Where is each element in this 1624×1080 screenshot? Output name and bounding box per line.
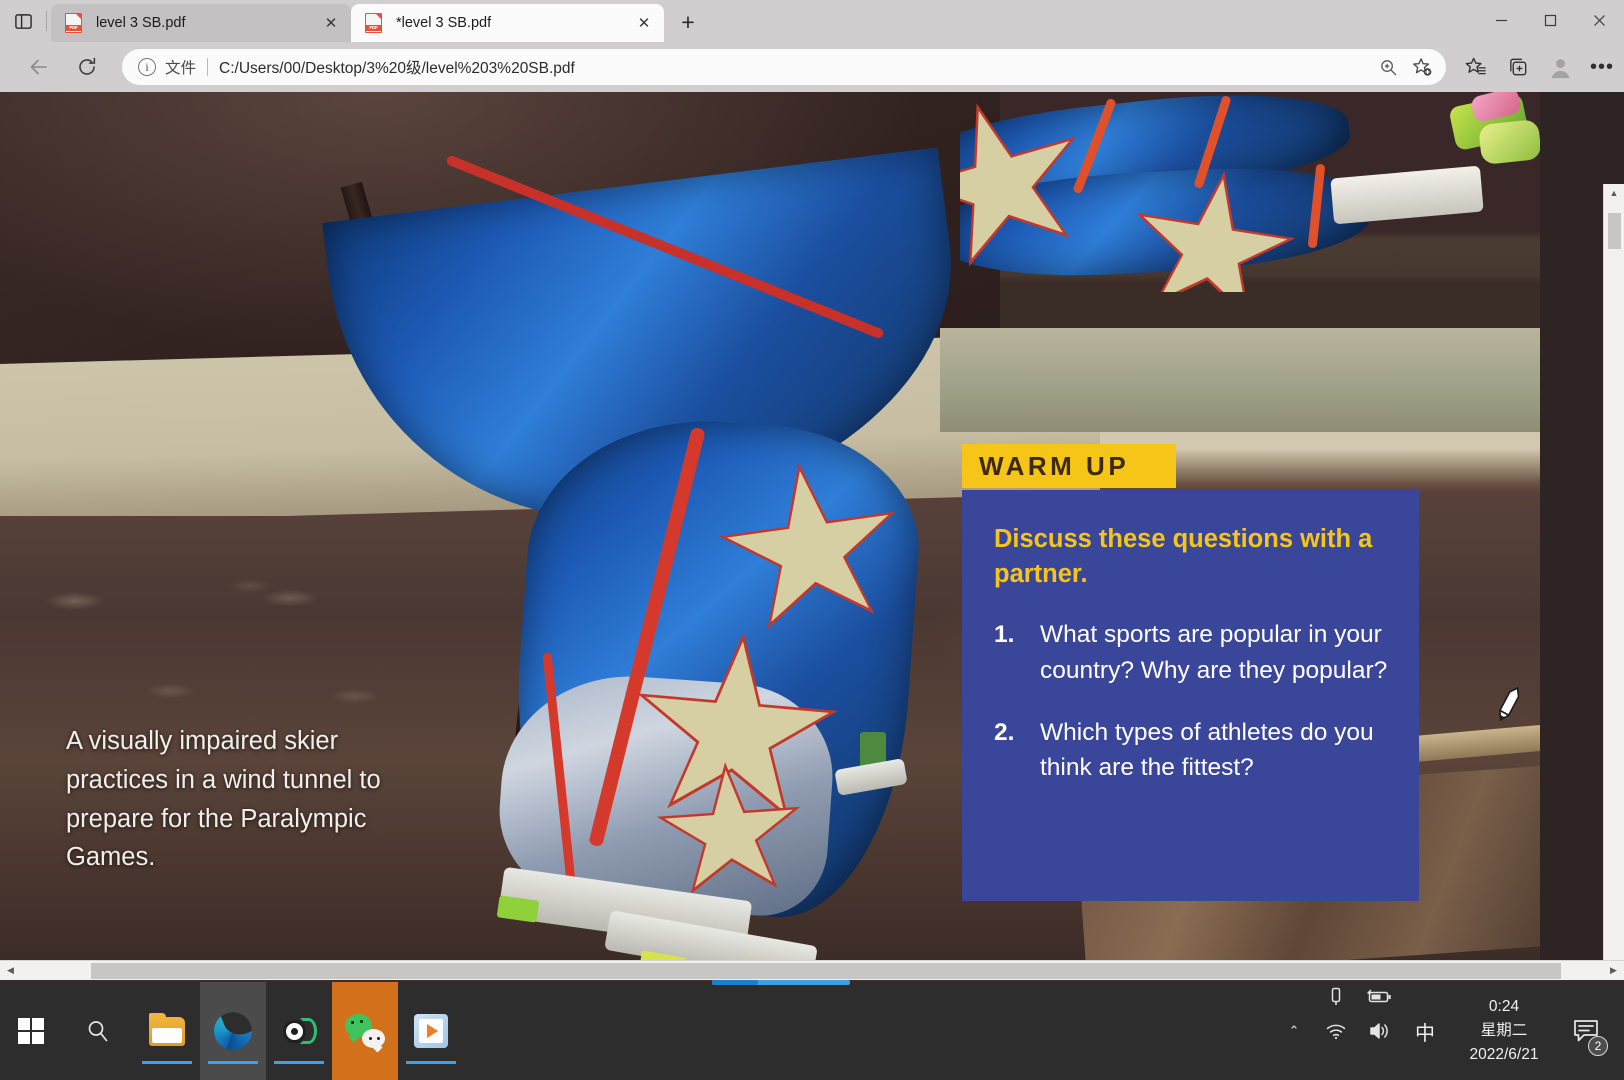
address-bar-actions	[1372, 51, 1440, 83]
volume-icon[interactable]	[1368, 1021, 1392, 1046]
question-text: Which types of athletes do you think are…	[1040, 718, 1374, 782]
horizontal-scrollbar-thumb[interactable]	[91, 962, 1561, 979]
taskbar-search-button[interactable]	[62, 982, 134, 1080]
tabstrip-divider	[46, 11, 47, 31]
tab-preview-icon[interactable]	[0, 0, 46, 42]
question-text: What sports are popular in your country?…	[1040, 621, 1388, 684]
clock-date: 2022/6/21	[1469, 1046, 1539, 1063]
taskbar-item-microsoft-edge[interactable]	[200, 982, 266, 1080]
warm-up-heading: Discuss these questions with a partner.	[994, 525, 1373, 588]
taskbar-item-wechat[interactable]	[332, 982, 398, 1080]
profile-avatar-icon[interactable]	[1540, 47, 1580, 87]
photo-skier-upper	[960, 92, 1540, 292]
question-number: 1.	[994, 621, 1015, 649]
question-number: 2.	[994, 718, 1015, 746]
taskbar-running-underline	[208, 1061, 258, 1064]
taskbar-app-list	[134, 982, 464, 1080]
media-player-icon	[414, 1014, 448, 1048]
notification-count-badge: 2	[1588, 1036, 1608, 1056]
refresh-icon[interactable]	[68, 48, 106, 86]
browser-tab-2[interactable]: *level 3 SB.pdf ✕	[351, 4, 664, 42]
taskbar-item-media-player[interactable]	[398, 982, 464, 1080]
warm-up-panel: Discuss these questions with a partner. …	[962, 490, 1419, 901]
windows-logo-icon	[18, 1018, 44, 1044]
tray-icon-grid	[1314, 982, 1402, 1080]
start-button[interactable]	[0, 982, 62, 1080]
browser-nav-bar: i 文件 C:/Users/00/Desktop/3%20级/level%203…	[0, 42, 1624, 92]
taskbar-clock[interactable]: 0:24 星期二 2022/6/21	[1448, 982, 1560, 1080]
taskbar-running-underline	[142, 1061, 192, 1064]
pdf-page: A visually impaired skier practices in a…	[0, 92, 1540, 962]
scroll-up-arrow-icon[interactable]: ▲	[1604, 184, 1624, 203]
minimize-icon[interactable]	[1477, 0, 1526, 40]
scroll-right-arrow-icon[interactable]: ▶	[1603, 961, 1624, 981]
tablet-pen-icon[interactable]	[1325, 986, 1347, 1013]
green-app-icon	[281, 1016, 317, 1046]
battery-charging-icon[interactable]	[1367, 988, 1393, 1010]
ime-indicator[interactable]: 中	[1402, 982, 1448, 1080]
horizontal-scrollbar-track[interactable]	[21, 961, 1603, 981]
tab-close-button[interactable]: ✕	[630, 9, 658, 37]
clock-time: 0:24	[1488, 997, 1520, 1015]
pdf-viewport[interactable]: A visually impaired skier practices in a…	[0, 92, 1624, 962]
edge-icon	[214, 1012, 252, 1050]
tab-close-button[interactable]: ✕	[317, 9, 345, 37]
taskbar-item-file-explorer[interactable]	[134, 982, 200, 1080]
tab-title: *level 3 SB.pdf	[396, 15, 492, 31]
horizontal-scrollbar[interactable]: ◀ ▶	[0, 960, 1624, 980]
wechat-icon	[345, 1014, 385, 1048]
browser-tab-strip: level 3 SB.pdf ✕ *level 3 SB.pdf ✕ +	[0, 0, 1624, 42]
address-scheme-label: 文件	[165, 60, 197, 77]
show-hidden-icons-icon[interactable]: ⌃	[1274, 982, 1314, 1080]
more-options-label: •••	[1589, 56, 1614, 78]
maximize-icon[interactable]	[1526, 0, 1575, 40]
clock-weekday: 星期二	[1480, 1021, 1528, 1039]
more-options-icon[interactable]: •••	[1582, 47, 1622, 87]
site-info-icon[interactable]: i	[138, 58, 156, 76]
tab-title: level 3 SB.pdf	[96, 15, 186, 31]
address-divider	[207, 58, 209, 76]
back-arrow-icon[interactable]	[20, 48, 58, 86]
taskbar-running-underline	[274, 1061, 324, 1064]
pdf-caption: A visually impaired skier practices in a…	[66, 727, 381, 872]
system-tray: ⌃ 中 0:24 星期二 2022/6/21 2	[1274, 982, 1624, 1080]
scroll-left-arrow-icon[interactable]: ◀	[0, 961, 21, 981]
screen: level 3 SB.pdf ✕ *level 3 SB.pdf ✕ +	[0, 0, 1624, 1080]
window-controls	[1477, 0, 1624, 40]
new-tab-button[interactable]: +	[670, 4, 706, 40]
pdf-file-icon	[365, 13, 384, 33]
address-bar[interactable]: i 文件 C:/Users/00/Desktop/3%20级/level%203…	[122, 49, 1446, 85]
folder-icon	[149, 1012, 185, 1046]
collections-icon[interactable]	[1498, 47, 1538, 87]
windows-taskbar: ⌃ 中 0:24 星期二 2022/6/21 2	[0, 980, 1624, 1080]
notifications-button[interactable]: 2	[1560, 982, 1614, 1080]
warm-up-question-1: 1. What sports are popular in your count…	[994, 617, 1389, 688]
add-favorite-star-icon[interactable]	[1406, 51, 1438, 83]
vertical-scrollbar-thumb[interactable]	[1607, 213, 1621, 249]
address-url-text[interactable]: C:/Users/00/Desktop/3%20级/level%203%20SB…	[219, 56, 575, 78]
pdf-file-icon	[65, 13, 84, 33]
wifi-icon[interactable]	[1325, 1022, 1347, 1045]
taskbar-item-green-app[interactable]	[266, 982, 332, 1080]
close-icon[interactable]	[1575, 0, 1624, 40]
warm-up-question-list: 1. What sports are popular in your count…	[994, 617, 1389, 785]
warm-up-question-2: 2. Which types of athletes do you think …	[994, 715, 1389, 786]
vertical-scrollbar[interactable]: ▲ ▼	[1603, 184, 1624, 962]
browser-tab-1[interactable]: level 3 SB.pdf ✕	[51, 4, 351, 42]
photo-wall-band-right	[940, 328, 1540, 432]
favorites-list-icon[interactable]	[1456, 47, 1496, 87]
zoom-in-icon[interactable]	[1372, 51, 1404, 83]
taskbar-running-underline	[406, 1061, 456, 1064]
taskbar-progress-indicator	[712, 980, 850, 985]
warm-up-badge: WARM UP	[962, 444, 1176, 488]
